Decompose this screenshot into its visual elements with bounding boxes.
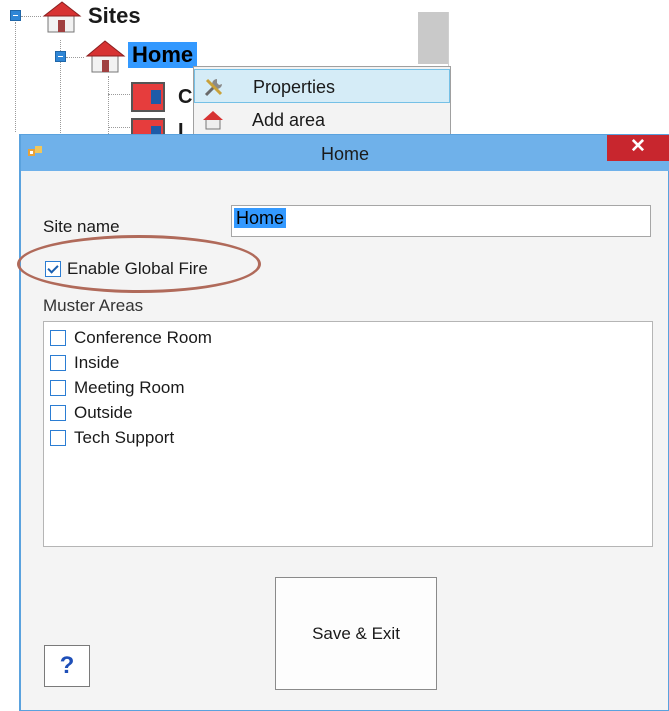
house-icon (203, 111, 223, 130)
home-house-icon (85, 40, 126, 73)
sites-house-icon (42, 1, 82, 33)
tree-guide-line (108, 127, 130, 128)
enable-global-fire-checkbox[interactable] (45, 261, 61, 277)
muster-area-checkbox[interactable] (50, 330, 66, 346)
menu-item-add-area[interactable]: Add area (194, 103, 450, 137)
tools-icon (204, 78, 223, 97)
save-exit-button[interactable]: Save & Exit (275, 577, 437, 690)
muster-area-label: Tech Support (74, 428, 175, 447)
muster-area-label: Meeting Room (74, 378, 185, 397)
muster-areas-list: Conference Room Inside Meeting Room Outs… (43, 321, 653, 547)
close-button[interactable]: ✕ (607, 135, 669, 161)
muster-area-checkbox[interactable] (50, 405, 66, 421)
tree-guide-line (108, 94, 130, 95)
muster-area-label: Outside (74, 403, 133, 422)
tree-item-home[interactable]: Home (128, 42, 198, 68)
tree-item-area-1[interactable]: C (178, 84, 192, 110)
collapse-sites-toggle[interactable] (10, 10, 21, 21)
site-properties-dialog: Home ✕ Site name Home Enable Global Fire… (17, 134, 669, 711)
muster-area-checkbox[interactable] (50, 355, 66, 371)
collapse-home-toggle[interactable] (55, 51, 66, 62)
menu-item-label: Properties (253, 77, 336, 97)
site-name-label: Site name (43, 217, 120, 236)
menu-item-label: Add area (252, 110, 326, 130)
menu-item-properties[interactable]: Properties (194, 69, 450, 103)
tree-scrollbar-thumb[interactable] (418, 12, 448, 64)
dialog-title: Home (320, 144, 369, 164)
context-menu: Properties Add area (193, 66, 451, 138)
muster-area-label: Conference Room (74, 328, 212, 347)
help-button[interactable]: ? (44, 645, 90, 687)
muster-area-checkbox[interactable] (50, 430, 66, 446)
enable-global-fire-label[interactable]: Enable Global Fire (67, 259, 208, 279)
muster-areas-label: Muster Areas (43, 296, 144, 315)
muster-area-label: Inside (74, 353, 120, 372)
area-icon (131, 82, 165, 112)
tree-guide-line (66, 57, 84, 58)
site-tree: Sites Home C I Properties Add area (0, 0, 669, 142)
tree-guide-line (15, 22, 16, 132)
dialog-titlebar[interactable]: Home ✕ (21, 135, 669, 171)
site-name-input[interactable]: Home (231, 205, 651, 237)
muster-area-checkbox[interactable] (50, 380, 66, 396)
site-name-value: Home (234, 208, 287, 228)
tree-guide-line (21, 16, 41, 17)
tree-item-sites[interactable]: Sites (88, 3, 141, 29)
